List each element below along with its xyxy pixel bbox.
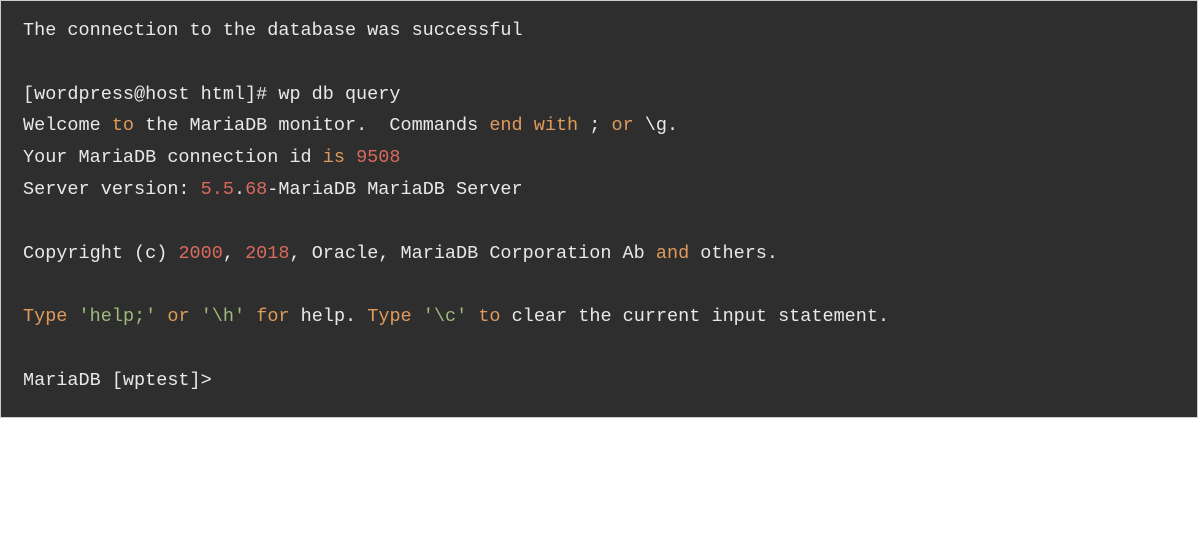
version-patch: 68 xyxy=(245,179,267,200)
year-2018: 2018 xyxy=(245,243,289,264)
terminal-output[interactable]: The connection to the database was succe… xyxy=(0,0,1198,418)
welcome-line: Welcome to the MariaDB monitor. Commands… xyxy=(23,115,678,136)
string-c: '\c' xyxy=(423,306,467,327)
connection-id: 9508 xyxy=(356,147,400,168)
keyword-or: or xyxy=(611,115,633,136)
keyword-type: Type xyxy=(23,306,67,327)
keyword-end: end xyxy=(489,115,522,136)
keyword-for: for xyxy=(256,306,289,327)
keyword-with: with xyxy=(534,115,578,136)
output-line: The connection to the database was succe… xyxy=(23,20,523,41)
copyright-line: Copyright (c) 2000, 2018, Oracle, MariaD… xyxy=(23,243,778,264)
string-help: 'help;' xyxy=(79,306,157,327)
keyword-or: or xyxy=(167,306,189,327)
keyword-is: is xyxy=(323,147,345,168)
connection-line: Your MariaDB connection id is 9508 xyxy=(23,147,401,168)
keyword-and: and xyxy=(656,243,689,264)
keyword-to: to xyxy=(478,306,500,327)
keyword-to: to xyxy=(112,115,134,136)
shell-prompt: [wordpress@host html]# wp db query xyxy=(23,84,400,105)
string-h: '\h' xyxy=(201,306,245,327)
help-line: Type 'help;' or '\h' for help. Type '\c'… xyxy=(23,306,889,327)
version-line: Server version: 5.5.68-MariaDB MariaDB S… xyxy=(23,179,523,200)
version-major: 5.5 xyxy=(201,179,234,200)
year-2000: 2000 xyxy=(178,243,222,264)
mariadb-prompt: MariaDB [wptest]> xyxy=(23,370,212,391)
keyword-type: Type xyxy=(367,306,411,327)
